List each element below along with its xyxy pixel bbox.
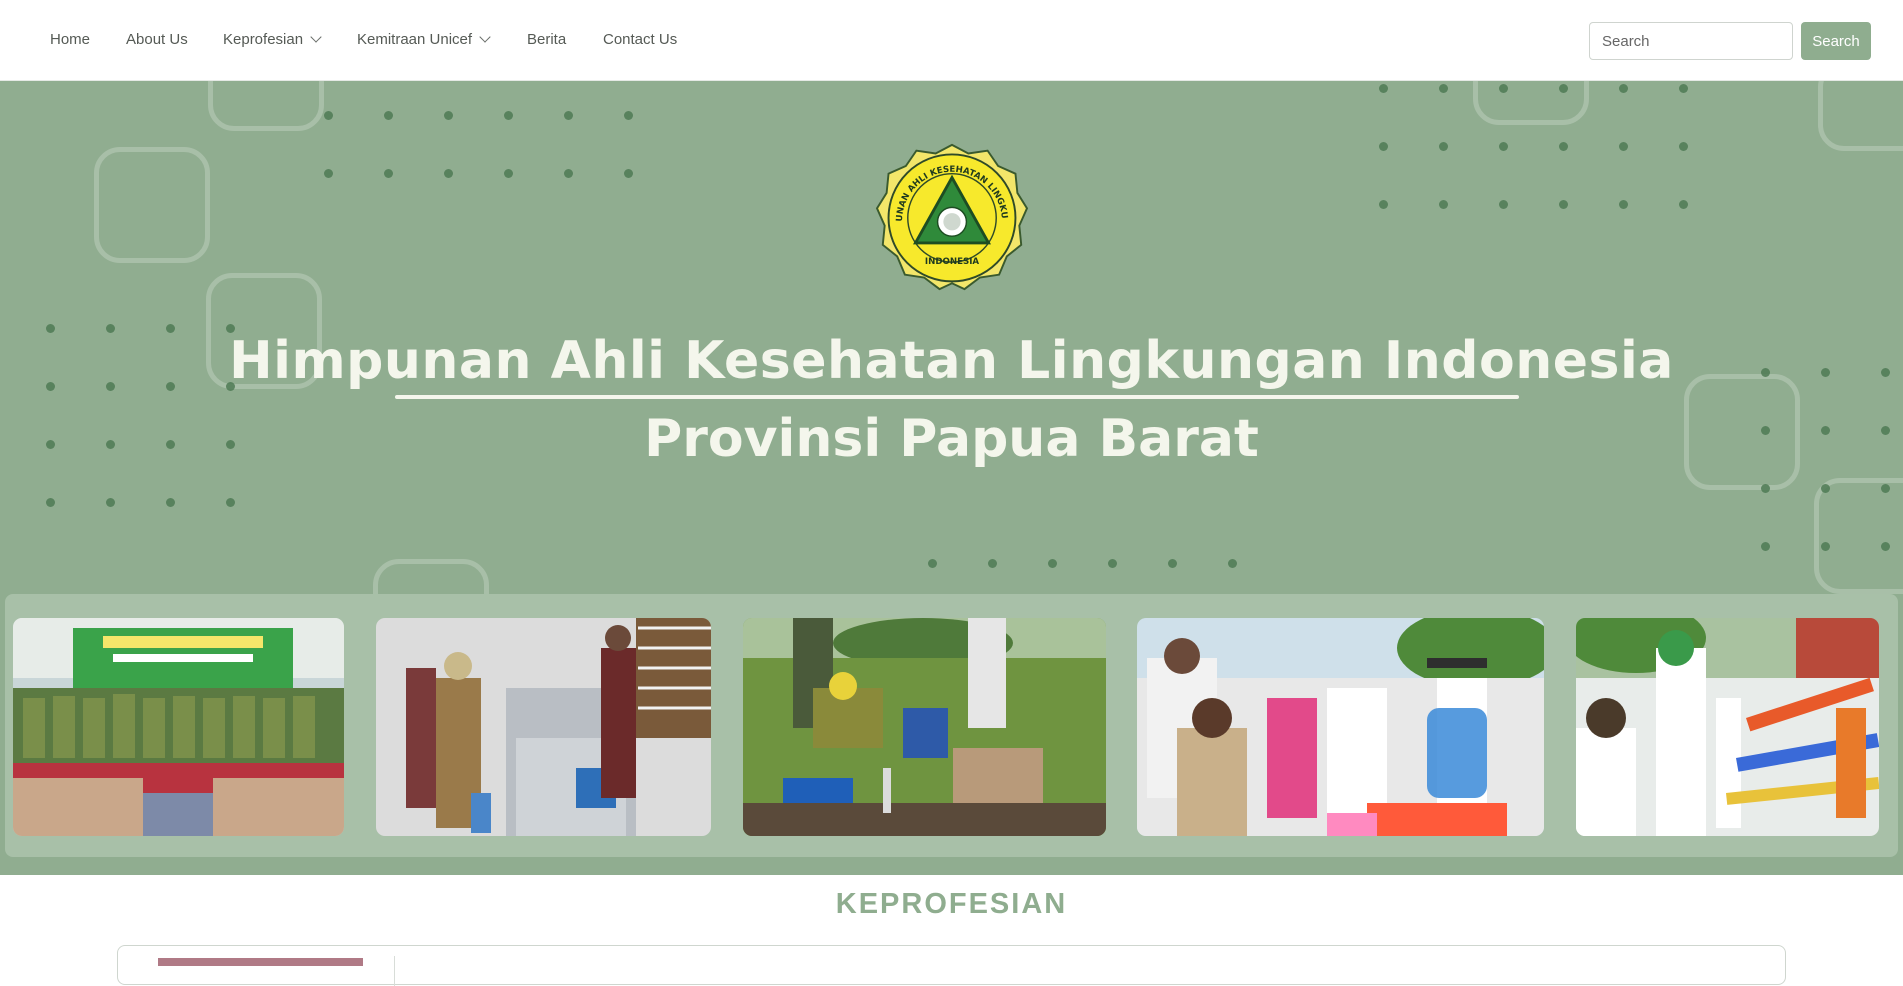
decor-square	[208, 81, 324, 131]
decor-dot	[1679, 84, 1688, 93]
decor-dot	[1619, 84, 1628, 93]
decor-dot	[1168, 559, 1177, 568]
nav-home[interactable]: Home	[50, 31, 90, 48]
keprofesian-card[interactable]	[117, 945, 1786, 986]
hero-title-underline	[395, 395, 1519, 399]
decor-dot	[1228, 559, 1237, 568]
decor-dot	[1761, 484, 1770, 493]
decor-dot	[1619, 200, 1628, 209]
decor-dot	[166, 498, 175, 507]
decor-dot	[1559, 200, 1568, 209]
nav-berita[interactable]: Berita	[527, 31, 566, 48]
nav-contact-us[interactable]: Contact Us	[603, 31, 677, 48]
hero-banner: HIMPUNAN AHLI KESEHATAN LINGKUNGAN INDON…	[0, 81, 1903, 875]
gallery-photo-handwashing[interactable]	[1576, 618, 1879, 836]
gallery-photo-field[interactable]	[743, 618, 1106, 836]
nav-keprofesian-label: Keprofesian	[223, 31, 304, 48]
decor-dot	[564, 169, 573, 178]
photo-children-water-tank-icon	[1137, 618, 1544, 836]
decor-square	[94, 147, 210, 263]
decor-dot	[324, 111, 333, 120]
nav-berita-label: Berita	[527, 31, 567, 48]
decor-dot	[1821, 484, 1830, 493]
decor-dot	[226, 498, 235, 507]
decor-dot	[1108, 559, 1117, 568]
decor-dot	[444, 111, 453, 120]
decor-square	[1818, 81, 1903, 151]
decor-dot	[1679, 142, 1688, 151]
decor-dot	[444, 169, 453, 178]
hakli-emblem-icon: HIMPUNAN AHLI KESEHATAN LINGKUNGAN INDON…	[874, 141, 1029, 291]
decor-dot	[384, 169, 393, 178]
decor-dot	[1679, 200, 1688, 209]
decor-dot	[624, 169, 633, 178]
nav-kemitraan-label: Kemitraan Unicef	[357, 31, 473, 48]
photo-meeting-group-icon	[13, 618, 344, 836]
decor-dot	[384, 111, 393, 120]
search-input[interactable]	[1589, 22, 1793, 60]
photo-equipment-inspection-icon	[376, 618, 711, 836]
decor-dot	[1379, 142, 1388, 151]
search-button[interactable]: Search	[1801, 22, 1871, 60]
decor-dot	[1559, 142, 1568, 151]
decor-dot	[988, 559, 997, 568]
chevron-down-icon	[479, 31, 491, 43]
decor-dot	[1379, 84, 1388, 93]
decor-dot	[504, 169, 513, 178]
decor-dot	[1761, 542, 1770, 551]
photo-handwashing-station-icon	[1576, 618, 1879, 836]
decor-dot	[46, 498, 55, 507]
decor-dot	[624, 111, 633, 120]
decor-dot	[1619, 142, 1628, 151]
photo-field-digging-icon	[743, 618, 1106, 836]
decor-dot	[1499, 142, 1508, 151]
card-thumbnail	[158, 958, 363, 966]
decor-square	[1814, 478, 1903, 594]
decor-dot	[1499, 84, 1508, 93]
nav-about-label: About Us	[126, 31, 188, 48]
decor-dot	[1439, 200, 1448, 209]
gallery-photo-equipment[interactable]	[376, 618, 711, 836]
decor-dot	[1439, 84, 1448, 93]
hero-subtitle: Provinsi Papua Barat	[644, 409, 1259, 469]
chevron-down-icon	[310, 31, 322, 43]
nav-contact-label: Contact Us	[603, 31, 678, 48]
decor-dot	[1821, 542, 1830, 551]
section-title-keprofesian: KEPROFESIAN	[835, 888, 1068, 920]
decor-dot	[106, 498, 115, 507]
svg-text:INDONESIA: INDONESIA	[925, 257, 980, 267]
decor-dot	[1881, 484, 1890, 493]
decor-dot	[928, 559, 937, 568]
gallery-photo-meeting[interactable]	[13, 618, 344, 836]
decor-dot	[1439, 142, 1448, 151]
decor-dot	[324, 169, 333, 178]
decor-dot	[504, 111, 513, 120]
nav-keprofesian[interactable]: Keprofesian	[223, 31, 322, 48]
gallery-photo-children[interactable]	[1137, 618, 1544, 836]
nav-kemitraan-unicef[interactable]: Kemitraan Unicef	[357, 31, 491, 48]
nav-home-label: Home	[50, 31, 91, 48]
decor-dot	[1379, 200, 1388, 209]
top-navbar: Home About Us Keprofesian Kemitraan Unic…	[0, 0, 1903, 81]
nav-about-us[interactable]: About Us	[126, 31, 188, 48]
decor-dot	[1559, 84, 1568, 93]
decor-dot	[1048, 559, 1057, 568]
decor-dot	[1881, 542, 1890, 551]
hero-title: Himpunan Ahli Kesehatan Lingkungan Indon…	[229, 331, 1674, 391]
decor-square	[1473, 81, 1589, 125]
decor-dot	[564, 111, 573, 120]
decor-dot	[1499, 200, 1508, 209]
